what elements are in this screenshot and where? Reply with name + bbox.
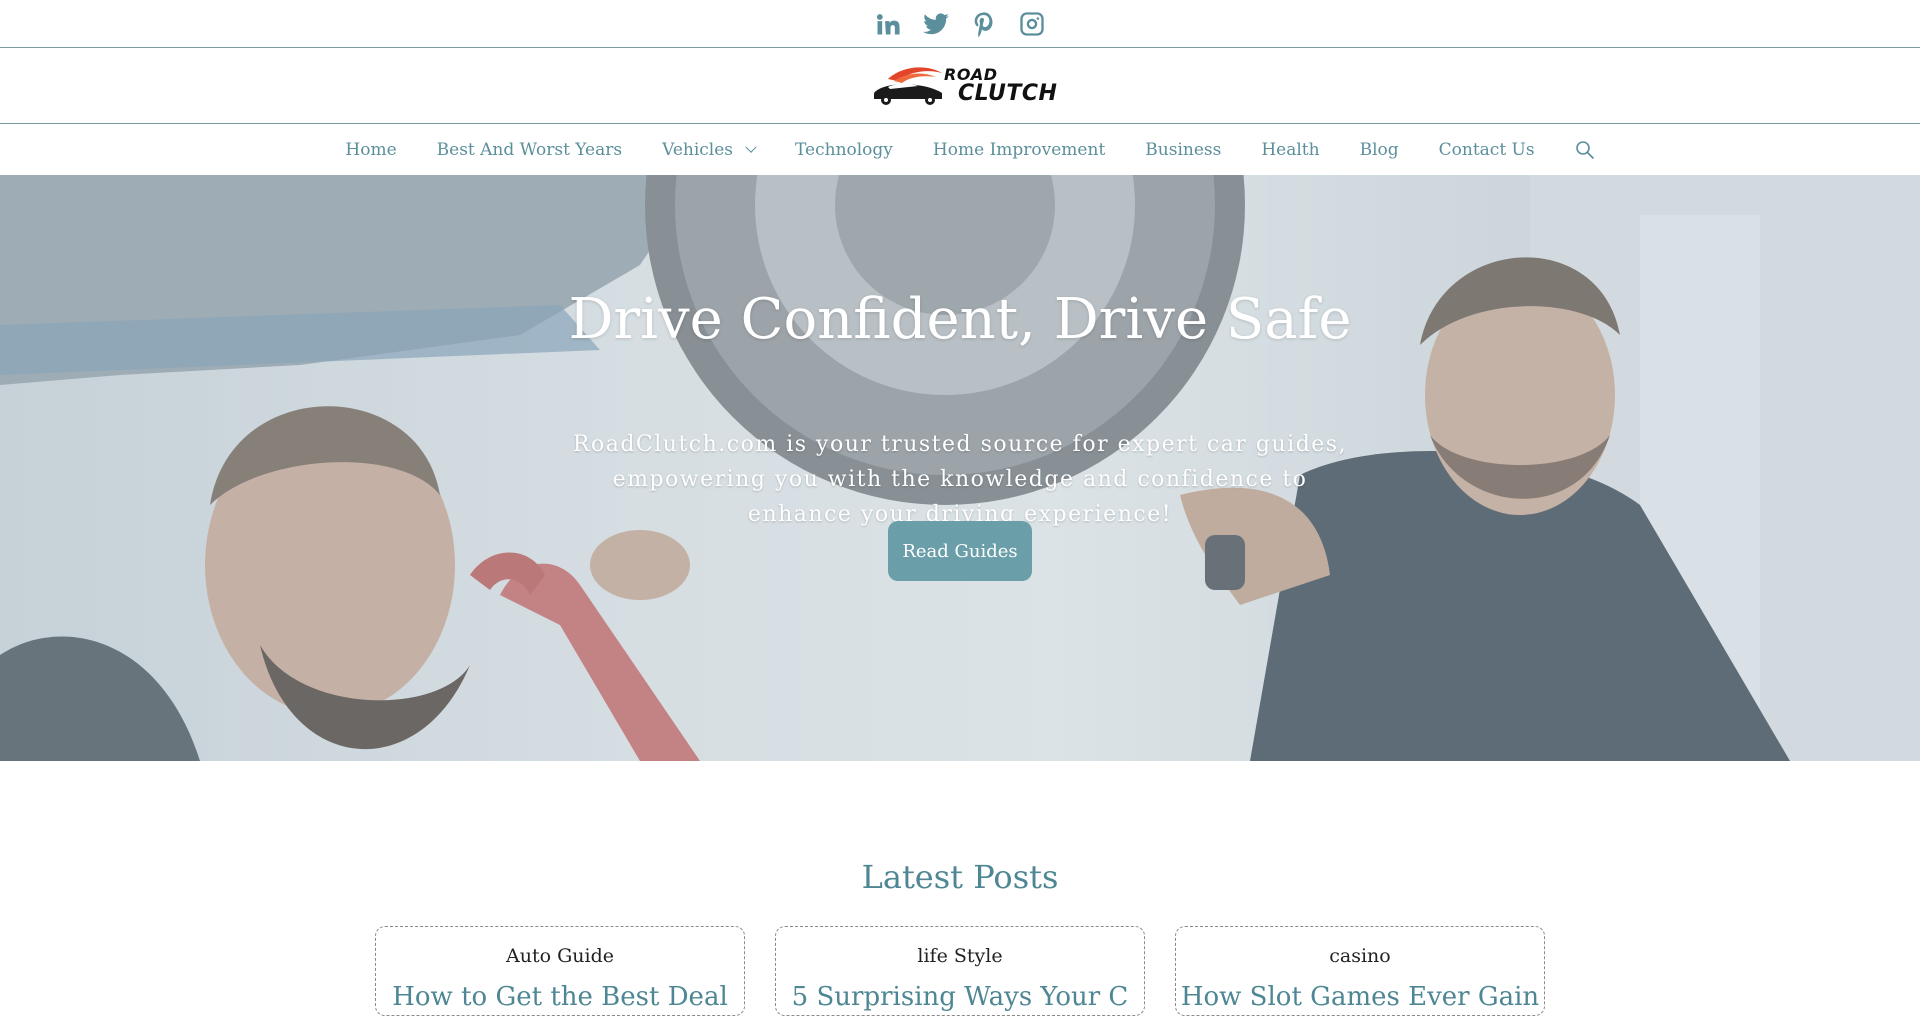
post-card[interactable]: casino How Slot Games Ever Gain	[1175, 926, 1545, 1016]
search-icon	[1575, 141, 1594, 159]
logo-bar: ROAD CLUTCH	[0, 49, 1920, 124]
nav-list: Home Best And Worst Years Vehicles Techn…	[325, 140, 1594, 160]
instagram-icon[interactable]	[1017, 9, 1047, 39]
twitter-icon[interactable]	[921, 9, 951, 39]
nav-item-technology[interactable]: Technology	[775, 140, 913, 160]
post-card[interactable]: life Style 5 Surprising Ways Your C	[775, 926, 1145, 1016]
linkedin-icon[interactable]	[873, 9, 903, 39]
nav-item-best-and-worst-years[interactable]: Best And Worst Years	[417, 140, 642, 160]
hero-description: RoadClutch.com is your trusted source fo…	[572, 432, 1348, 527]
nav-item-label: Business	[1145, 140, 1222, 160]
nav-item-health[interactable]: Health	[1241, 140, 1339, 160]
nav-item-label: Home	[345, 140, 397, 160]
post-category[interactable]: life Style	[776, 945, 1144, 967]
post-title[interactable]: How Slot Games Ever Gain	[1176, 982, 1544, 1012]
logo-text-clutch: CLUTCH	[958, 81, 1058, 106]
read-guides-button[interactable]: Read Guides	[888, 521, 1032, 581]
nav-item-vehicles[interactable]: Vehicles	[642, 140, 775, 160]
nav-item-home-improvement[interactable]: Home Improvement	[913, 140, 1125, 160]
nav-item-label: Contact Us	[1438, 140, 1535, 160]
nav-item-label: Home Improvement	[932, 140, 1106, 160]
nav-item-label: Best And Worst Years	[436, 140, 623, 160]
nav-item-home[interactable]: Home	[325, 140, 416, 160]
nav-item-contact-us[interactable]: Contact Us	[1419, 140, 1555, 160]
pinterest-icon[interactable]	[969, 9, 999, 39]
search-button[interactable]	[1555, 140, 1595, 160]
post-title[interactable]: How to Get the Best Deal	[376, 982, 744, 1012]
social-bar	[0, 0, 1920, 48]
chevron-down-icon	[745, 141, 757, 153]
nav-item-business[interactable]: Business	[1125, 140, 1241, 160]
post-card[interactable]: Auto Guide How to Get the Best Deal	[375, 926, 745, 1016]
nav-item-label: Technology	[795, 140, 893, 160]
nav-item-label: Blog	[1359, 140, 1399, 160]
post-title[interactable]: 5 Surprising Ways Your C	[776, 982, 1144, 1012]
main-navigation: Home Best And Worst Years Vehicles Techn…	[0, 125, 1920, 175]
site-logo[interactable]: ROAD CLUTCH	[870, 61, 1057, 111]
hero-banner: Drive Confident, Drive Safe RoadClutch.c…	[0, 175, 1920, 761]
hero-title: Drive Confident, Drive Safe	[568, 287, 1352, 352]
post-category[interactable]: Auto Guide	[376, 945, 744, 967]
nav-item-label: Vehicles	[662, 140, 734, 160]
post-category[interactable]: casino	[1176, 945, 1544, 967]
latest-posts-heading: Latest Posts	[861, 858, 1059, 896]
nav-item-blog[interactable]: Blog	[1340, 140, 1419, 160]
nav-item-label: Health	[1261, 140, 1320, 160]
